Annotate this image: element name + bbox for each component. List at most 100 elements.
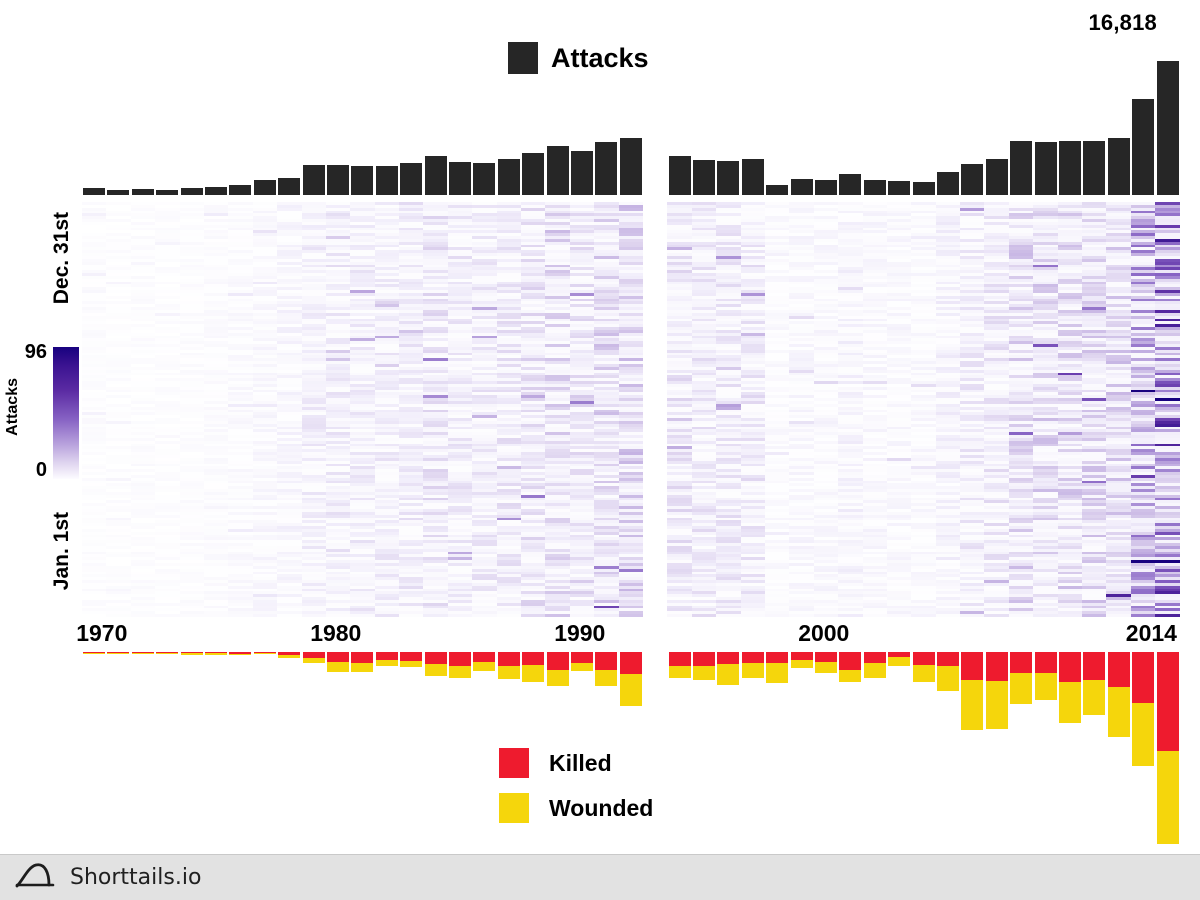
heatmap-year-column (838, 202, 863, 617)
heatmap-year-column (423, 202, 448, 617)
attacks-bar (668, 156, 691, 195)
attacks-bar (522, 153, 545, 195)
heatmap-year-column (862, 202, 887, 617)
attacks-bar (961, 164, 984, 195)
attacks-bar (1034, 141, 1057, 195)
heatmap-year-column (374, 202, 400, 617)
heatmap-year-column (740, 202, 765, 617)
heatmap-day-band (423, 614, 448, 617)
attacks-bar (180, 188, 203, 195)
attacks-bar (595, 142, 618, 195)
heatmap-year-column (569, 202, 595, 617)
heatmap-day-band (789, 614, 814, 617)
attacks-bar (839, 173, 862, 195)
attacks-bar (302, 165, 325, 195)
heatmap-day-band (472, 614, 497, 617)
heatmap-day-band (301, 614, 326, 617)
attacks-bar (1059, 140, 1081, 195)
attacks-bar (717, 160, 740, 195)
heatmap-year-column (179, 202, 204, 617)
attacks-bar (985, 158, 1008, 195)
attacks-bar (205, 186, 227, 195)
heatmap-year-column (350, 202, 375, 617)
attacks-bar (473, 162, 496, 195)
attacks-bar (912, 181, 935, 195)
attacks-bar (83, 187, 105, 195)
heatmap-day-band (130, 614, 156, 617)
heatmap-day-band (740, 614, 765, 617)
attacks-bar (424, 155, 447, 195)
attacks-bar (400, 162, 423, 195)
heatmap-day-band (447, 614, 473, 617)
heatmap-day-band (813, 614, 839, 617)
heatmap-day-band (399, 614, 424, 617)
attacks-bar (571, 151, 593, 195)
heatmap-day-band (325, 614, 351, 617)
heatmap-day-band (277, 614, 302, 617)
heatmap-year-column (496, 202, 522, 617)
heatmap-year-column (789, 202, 814, 617)
heatmap-day-band (862, 614, 887, 617)
heatmap-day-band (618, 614, 643, 617)
attacks-bar (1010, 141, 1033, 195)
heatmap-year-column (667, 202, 692, 617)
terrorism-attacks-visualization: 16,818 Attacks Dec. 31st Jan. 1st 96 0 A… (0, 0, 1200, 900)
attacks-bar (937, 172, 959, 195)
attacks-bar (497, 159, 520, 195)
heatmap-year-column (228, 202, 253, 617)
heatmap-year-column (399, 202, 424, 617)
heatmap-year-column (130, 202, 156, 617)
heatmap-day-band (691, 614, 717, 617)
attacks-bar (863, 180, 886, 195)
heatmap-year-column (325, 202, 351, 617)
attacks-bar (449, 162, 471, 195)
heatmap-year-column (594, 202, 619, 617)
attacks-bar (790, 179, 813, 195)
heatmap-day-band (642, 614, 668, 617)
heatmap-year-column (472, 202, 497, 617)
attacks-bar (619, 138, 642, 195)
heatmap-day-band (667, 614, 692, 617)
heatmap-year-column (764, 202, 790, 617)
attacks-bar (1083, 141, 1106, 195)
heatmap-day-band (252, 614, 278, 617)
attacks-bar (888, 180, 911, 195)
heatmap-day-band (155, 614, 180, 617)
heatmap-year-column (106, 202, 131, 617)
heatmap-year-column (203, 202, 229, 617)
heatmap-day-band (569, 614, 595, 617)
attacks-bar (278, 177, 301, 195)
heatmap-year-column (618, 202, 643, 617)
heatmap-day-band (545, 614, 570, 617)
heatmap-year-column (642, 202, 668, 617)
daily-attacks-heatmap (82, 202, 1180, 617)
heatmap-year-column (716, 202, 741, 617)
heatmap-day-band (374, 614, 400, 617)
heatmap-day-band (179, 614, 204, 617)
attacks-bar (815, 179, 837, 195)
heatmap-day-band (106, 614, 131, 617)
heatmap-year-column (545, 202, 570, 617)
attacks-bar (156, 189, 179, 195)
heatmap-year-column (886, 202, 912, 617)
attacks-bar (375, 166, 398, 195)
heatmap-day-band (496, 614, 522, 617)
attacks-legend: Attacks (508, 42, 649, 74)
attacks-legend-swatch (508, 42, 538, 74)
heatmap-year-column (82, 202, 107, 617)
attacks-bar (327, 165, 349, 195)
heatmap-year-column (252, 202, 278, 617)
heatmap-year-column (691, 202, 717, 617)
attacks-bar (1156, 60, 1179, 195)
heatmap-day-band (716, 614, 741, 617)
attacks-bar (693, 160, 715, 195)
heatmap-year-column (301, 202, 326, 617)
attacks-bar (229, 184, 252, 195)
heatmap-day-band (521, 614, 546, 617)
heatmap-day-band (838, 614, 863, 617)
heatmap-year-column (155, 202, 180, 617)
attacks-per-year-bar-chart (82, 6, 1180, 195)
heatmap-day-band (228, 614, 253, 617)
heatmap-day-band (764, 614, 790, 617)
heatmap-day-band (203, 614, 229, 617)
